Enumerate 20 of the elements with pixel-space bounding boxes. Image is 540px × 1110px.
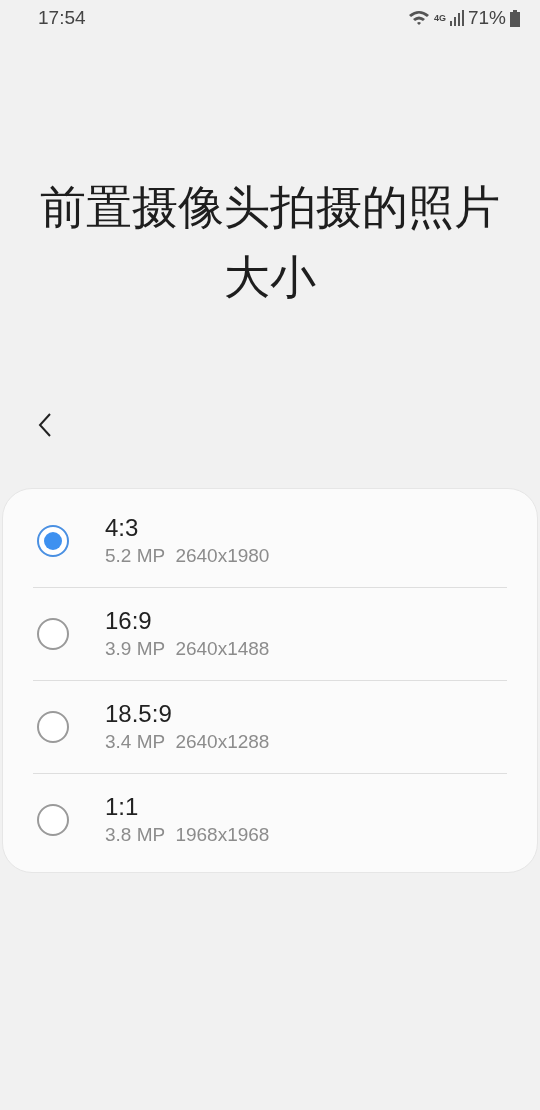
signal-icon: [449, 10, 464, 26]
option-detail: 3.4 MP 2640x1288: [105, 730, 270, 754]
page-title: 前置摄像头拍摄的照片大小: [39, 179, 501, 306]
radio-button[interactable]: [37, 525, 69, 557]
radio-button[interactable]: [37, 804, 69, 836]
option-label: 1:1: [105, 792, 140, 822]
option-label: 18.5:9: [105, 699, 173, 729]
back-icon: [38, 412, 52, 438]
radio-button[interactable]: [37, 618, 69, 650]
option-label: 4:3: [105, 513, 140, 543]
radio-button[interactable]: [37, 711, 69, 743]
battery-icon: [510, 9, 520, 27]
option-detail: 3.9 MP 2640x1488: [105, 637, 270, 661]
option-label: 16:9: [105, 606, 153, 636]
option-detail: 3.8 MP 1968x1968: [105, 823, 270, 847]
network-type: 4G: [433, 11, 446, 25]
battery-percent: 71%: [467, 5, 506, 30]
wifi-icon: [407, 9, 430, 27]
option-detail: 5.2 MP 2640x1980: [105, 544, 270, 568]
clock: 17:54: [38, 5, 86, 30]
